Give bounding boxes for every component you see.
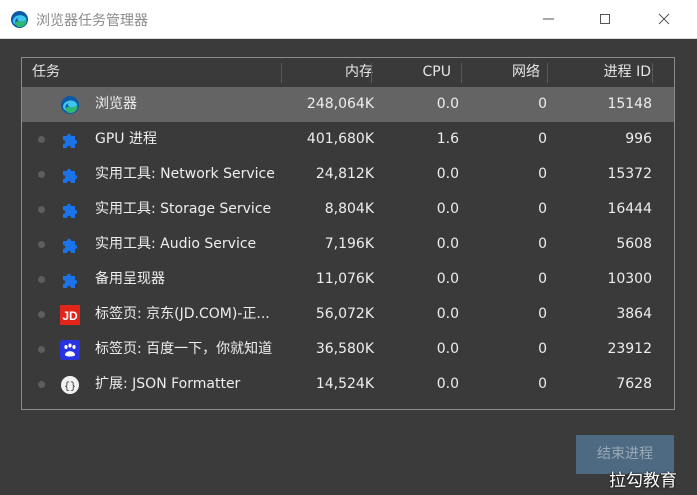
- column-divider[interactable]: [652, 63, 653, 83]
- task-name: 备用呈现器: [95, 271, 165, 287]
- table-row[interactable]: 实用工具: Storage Service 8,804K 0.0 0 16444: [22, 192, 674, 227]
- row-status-dot: [38, 276, 45, 283]
- minimize-button[interactable]: [526, 0, 572, 38]
- memory-value: 24,812K: [315, 166, 374, 182]
- column-divider[interactable]: [547, 63, 548, 83]
- jd-favicon: JD: [60, 305, 80, 325]
- network-value: 0: [538, 341, 547, 357]
- minimize-icon: [543, 18, 554, 20]
- cpu-value: 0.0: [436, 306, 459, 322]
- cpu-value: 1.6: [436, 131, 459, 147]
- table-row[interactable]: 实用工具: Audio Service 7,196K 0.0 0 5608: [22, 227, 674, 262]
- memory-value: 401,680K: [306, 131, 374, 147]
- task-name: 标签页: 京东(JD.COM)-正...: [95, 306, 270, 322]
- cpu-value: 0.0: [436, 201, 459, 217]
- edge-browser-icon: [10, 10, 29, 29]
- column-header-pid[interactable]: 进程 ID: [604, 58, 651, 87]
- watermark: 拉勾教育: [609, 471, 677, 491]
- table-row[interactable]: GPU 进程 401,680K 1.6 0 996: [22, 122, 674, 157]
- pid-value: 10300: [607, 271, 652, 287]
- puzzle-icon: [60, 235, 80, 255]
- column-header-task[interactable]: 任务: [32, 58, 60, 87]
- close-icon: [658, 13, 670, 25]
- pid-value: 15148: [607, 96, 652, 112]
- network-value: 0: [538, 96, 547, 112]
- puzzle-icon: [60, 270, 80, 290]
- table-row[interactable]: 浏览器 248,064K 0.0 0 15148: [22, 87, 674, 122]
- table-header: 任务 内存 CPU 网络 进程 ID: [22, 58, 674, 87]
- cpu-value: 0.0: [436, 236, 459, 252]
- pid-value: 15372: [607, 166, 652, 182]
- row-status-dot: [38, 136, 45, 143]
- table-row[interactable]: {} 扩展: JSON Formatter 14,524K 0.0 0 7628: [22, 367, 674, 402]
- cpu-value: 0.0: [436, 96, 459, 112]
- puzzle-icon: [60, 200, 80, 220]
- column-header-memory[interactable]: 内存: [345, 58, 373, 87]
- cpu-value: 0.0: [436, 166, 459, 182]
- row-status-dot: [38, 346, 45, 353]
- cpu-value: 0.0: [436, 271, 459, 287]
- pid-value: 16444: [607, 201, 652, 217]
- cpu-value: 0.0: [436, 341, 459, 357]
- task-table: 任务 内存 CPU 网络 进程 ID 浏览器 248,064K 0.0 0 15148 G…: [21, 57, 675, 410]
- maximize-button[interactable]: [582, 0, 628, 38]
- task-name: GPU 进程: [95, 131, 157, 147]
- row-status-dot: [38, 241, 45, 248]
- task-name: 实用工具: Network Service: [95, 166, 275, 182]
- network-value: 0: [538, 201, 547, 217]
- pid-value: 3864: [616, 306, 652, 322]
- column-divider[interactable]: [371, 63, 372, 83]
- table-row[interactable]: 实用工具: Network Service 24,812K 0.0 0 15372: [22, 157, 674, 192]
- memory-value: 248,064K: [306, 96, 374, 112]
- column-divider[interactable]: [461, 63, 462, 83]
- pid-value: 5608: [616, 236, 652, 252]
- memory-value: 36,580K: [315, 341, 374, 357]
- pid-value: 23912: [607, 341, 652, 357]
- svg-text:JD: JD: [62, 309, 78, 323]
- network-value: 0: [538, 166, 547, 182]
- task-name: 扩展: JSON Formatter: [95, 376, 241, 392]
- memory-value: 8,804K: [324, 201, 374, 217]
- column-header-cpu[interactable]: CPU: [423, 58, 451, 87]
- close-button[interactable]: [641, 0, 687, 38]
- puzzle-icon: [60, 165, 80, 185]
- row-status-dot: [38, 381, 45, 388]
- row-status-dot: [38, 206, 45, 213]
- pid-value: 7628: [616, 376, 652, 392]
- memory-value: 56,072K: [315, 306, 374, 322]
- column-header-network[interactable]: 网络: [512, 58, 540, 87]
- network-value: 0: [538, 131, 547, 147]
- table-row[interactable]: JD 标签页: 京东(JD.COM)-正... 56,072K 0.0 0 3864: [22, 297, 674, 332]
- table-row[interactable]: 标签页: 百度一下，你就知道 36,580K 0.0 0 23912: [22, 332, 674, 367]
- json-formatter-icon: {}: [60, 375, 80, 395]
- pid-value: 996: [625, 131, 652, 147]
- row-status-dot: [38, 171, 45, 178]
- task-name: 实用工具: Storage Service: [95, 201, 272, 217]
- memory-value: 11,076K: [315, 271, 374, 287]
- maximize-icon: [600, 14, 610, 24]
- task-name: 实用工具: Audio Service: [95, 236, 257, 252]
- network-value: 0: [538, 306, 547, 322]
- network-value: 0: [538, 236, 547, 252]
- baidu-favicon: [60, 340, 80, 360]
- edge-browser-icon: [60, 95, 80, 115]
- network-value: 0: [538, 376, 547, 392]
- title-bar: 浏览器任务管理器: [0, 0, 697, 39]
- puzzle-icon: [60, 130, 80, 150]
- cpu-value: 0.0: [436, 376, 459, 392]
- row-status-dot: [38, 311, 45, 318]
- memory-value: 14,524K: [315, 376, 374, 392]
- column-divider[interactable]: [281, 63, 282, 83]
- table-body: 浏览器 248,064K 0.0 0 15148 GPU 进程 401,680K 1.6 0 99…: [22, 87, 674, 402]
- svg-text:{}: {}: [64, 381, 76, 393]
- memory-value: 7,196K: [324, 236, 374, 252]
- task-name: 标签页: 百度一下，你就知道: [95, 341, 273, 357]
- network-value: 0: [538, 271, 547, 287]
- task-name: 浏览器: [95, 96, 137, 112]
- window-title: 浏览器任务管理器: [36, 13, 148, 29]
- table-row[interactable]: 备用呈现器 11,076K 0.0 0 10300: [22, 262, 674, 297]
